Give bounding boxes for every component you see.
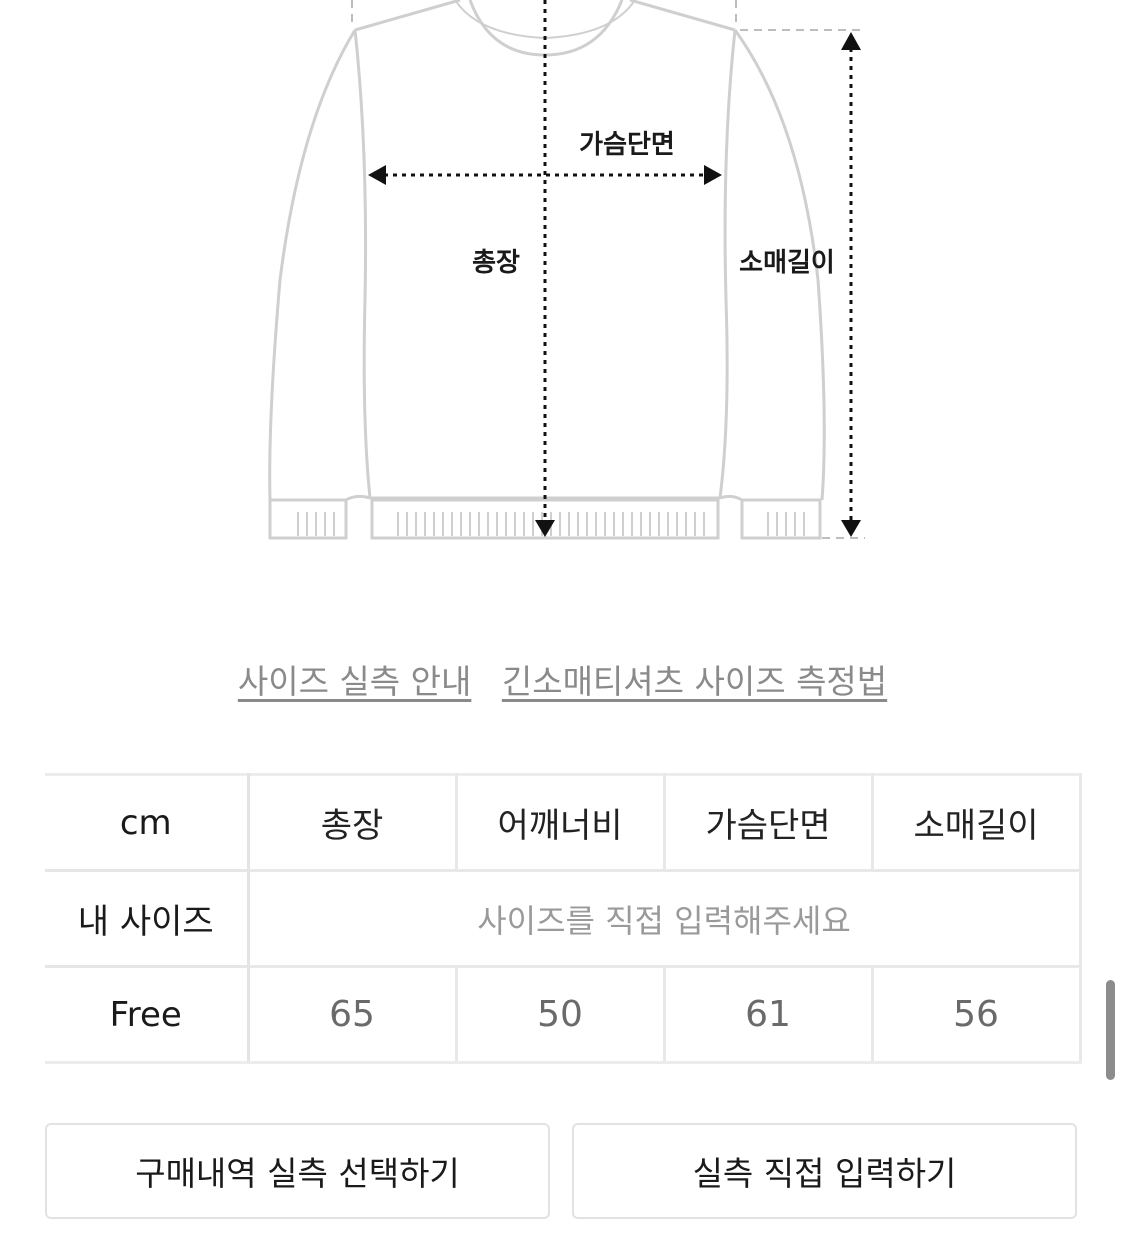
value-chest: 61: [662, 965, 874, 1064]
size-links: 사이즈 실측 안내 긴소매티셔츠 사이즈 측정법: [0, 655, 1125, 703]
value-sleeve: 56: [870, 965, 1082, 1064]
my-size-input[interactable]: 사이즈를 직접 입력해주세요: [246, 869, 1082, 968]
measure-method-link[interactable]: 긴소매티셔츠 사이즈 측정법: [502, 662, 887, 701]
size-guide-link[interactable]: 사이즈 실측 안내: [238, 662, 472, 701]
direct-input-button[interactable]: 실측 직접 입력하기: [572, 1123, 1077, 1219]
purchase-history-button[interactable]: 구매내역 실측 선택하기: [45, 1123, 550, 1219]
arrow-heads: [368, 32, 861, 537]
header-unit: cm: [45, 773, 250, 872]
size-name: Free: [45, 965, 250, 1064]
value-shoulder: 50: [454, 965, 666, 1064]
value-length: 65: [246, 965, 458, 1064]
length-label: 총장: [472, 248, 520, 278]
sleeve-label: 소매길이: [739, 248, 835, 278]
size-table: cm 총장 어깨너비 가슴단면 소매길이 내 사이즈 사이즈를 직접 입력해주세…: [45, 773, 1082, 1064]
action-buttons: 구매내역 실측 선택하기 실측 직접 입력하기: [45, 1123, 1080, 1223]
chest-label: 가슴단면: [579, 130, 675, 160]
header-length: 총장: [246, 773, 458, 872]
sweatshirt-measurement-diagram: 가슴단면 총장 소매길이: [268, 0, 865, 540]
table-row: Free 65 50 61 56: [45, 965, 1082, 1064]
table-header-row: cm 총장 어깨너비 가슴단면 소매길이: [45, 773, 1082, 872]
header-sleeve: 소매길이: [870, 773, 1082, 872]
header-shoulder: 어깨너비: [454, 773, 666, 872]
scrollbar[interactable]: [1106, 980, 1115, 1080]
my-size-label: 내 사이즈: [45, 869, 250, 968]
my-size-row: 내 사이즈 사이즈를 직접 입력해주세요: [45, 869, 1082, 968]
header-chest: 가슴단면: [662, 773, 874, 872]
